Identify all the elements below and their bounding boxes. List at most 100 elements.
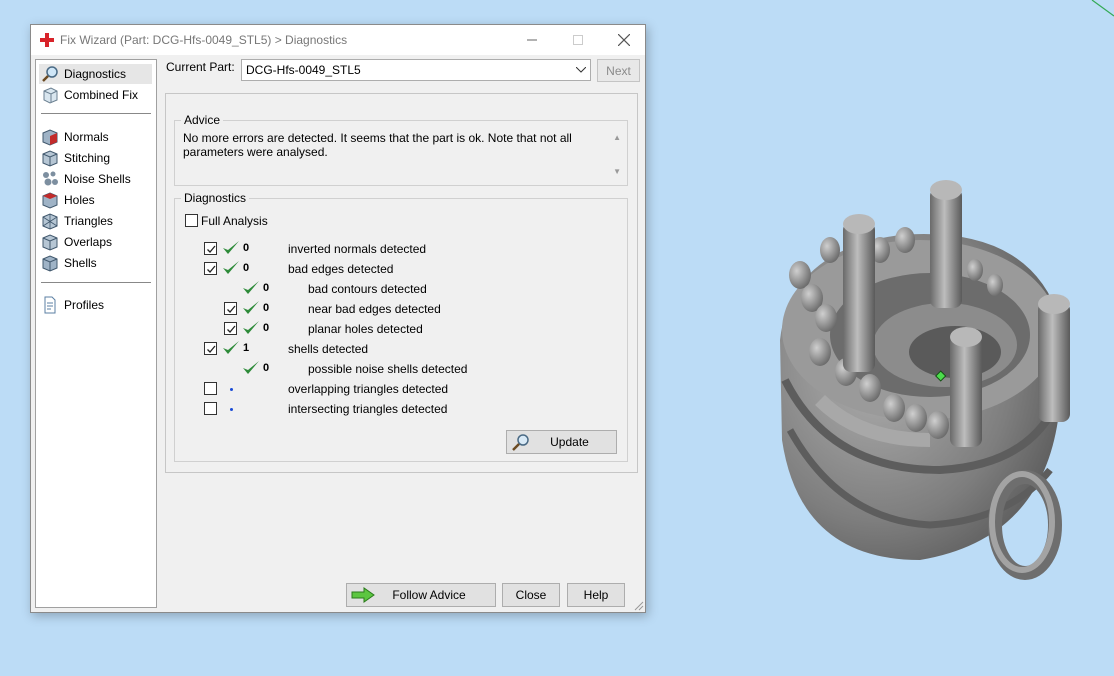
update-label: Update bbox=[550, 435, 589, 449]
sidebar-item-label: Diagnostics bbox=[64, 67, 127, 81]
diagnostics-panel: Advice No more errors are detected. It s… bbox=[165, 93, 638, 473]
green-check-icon bbox=[223, 341, 239, 354]
title-bar[interactable]: Fix Wizard (Part: DCG-Hfs-0049_STL5) > D… bbox=[31, 25, 645, 55]
diagnostic-label: bad contours detected bbox=[308, 282, 427, 296]
diagnostic-count: 1 bbox=[243, 342, 250, 354]
update-button[interactable]: Update bbox=[506, 430, 617, 454]
diagnostic-label: intersecting triangles detected bbox=[288, 402, 448, 416]
green-check-icon bbox=[223, 261, 239, 274]
minimize-button[interactable] bbox=[509, 25, 555, 55]
magnifier-icon bbox=[512, 434, 529, 451]
diagnostic-label: inverted normals detected bbox=[288, 242, 427, 256]
maximize-icon bbox=[573, 35, 583, 45]
advice-title: Advice bbox=[181, 113, 224, 127]
current-part-dropdown[interactable]: DCG-Hfs-0049_STL5 bbox=[241, 59, 591, 81]
follow-advice-label: Follow Advice bbox=[392, 588, 466, 602]
advice-line-1: No more errors are detected. It seems th… bbox=[183, 131, 572, 145]
sidebar-item-label: Profiles bbox=[64, 298, 105, 312]
diagnostic-count: 0 bbox=[263, 302, 270, 314]
diagnostic-count: 0 bbox=[263, 322, 270, 334]
green-check-icon bbox=[243, 361, 259, 374]
sidebar-divider bbox=[41, 113, 151, 114]
full-analysis-label: Full Analysis bbox=[201, 214, 268, 228]
resize-grip-icon[interactable] bbox=[632, 599, 644, 611]
green-check-icon bbox=[243, 281, 259, 294]
help-button[interactable]: Help bbox=[567, 583, 625, 607]
sidebar-item-label: Overlaps bbox=[64, 235, 113, 249]
diagnostic-checkbox[interactable] bbox=[204, 262, 217, 275]
sidebar-item-label: Noise Shells bbox=[64, 172, 131, 186]
diagnostic-checkbox[interactable] bbox=[204, 242, 217, 255]
diagnostic-count: 0 bbox=[263, 282, 270, 294]
shells-cube-icon bbox=[42, 255, 58, 272]
sidebar-item-noise-shells[interactable]: Noise Shells bbox=[39, 169, 152, 189]
maximize-button bbox=[555, 25, 601, 55]
checkmark-icon bbox=[227, 325, 236, 333]
diagnostic-checkbox[interactable] bbox=[204, 342, 217, 355]
scroll-up-icon[interactable]: ▲ bbox=[613, 133, 621, 142]
sidebar-item-overlaps[interactable]: Overlaps bbox=[39, 232, 152, 252]
diagnostics-group: Diagnostics Full Analysis 0 inverted norm… bbox=[174, 191, 628, 462]
holes-cube-icon bbox=[42, 192, 58, 209]
sidebar-item-label: Normals bbox=[64, 130, 109, 144]
sidebar-item-label: Holes bbox=[64, 193, 95, 207]
sidebar-item-label: Stitching bbox=[64, 151, 111, 165]
stitching-cube-icon bbox=[42, 150, 58, 167]
sidebar-item-normals[interactable]: Normals bbox=[39, 127, 152, 147]
advice-line-2: parameters were analysed. bbox=[183, 145, 328, 159]
diagnostic-label: shells detected bbox=[288, 342, 369, 356]
sidebar-item-holes[interactable]: Holes bbox=[39, 190, 152, 210]
diagnostic-label: overlapping triangles detected bbox=[288, 382, 449, 396]
sidebar-item-profiles[interactable]: Profiles bbox=[39, 295, 152, 315]
sidebar-item-label: Triangles bbox=[64, 214, 113, 228]
overlaps-cube-icon bbox=[42, 234, 58, 251]
fix-wizard-dialog: Fix Wizard (Part: DCG-Hfs-0049_STL5) > D… bbox=[30, 24, 646, 613]
green-check-icon bbox=[243, 301, 259, 314]
checkmark-icon bbox=[227, 305, 236, 313]
diagnostic-checkbox[interactable] bbox=[224, 302, 237, 315]
sidebar-item-combined-fix[interactable]: Combined Fix bbox=[39, 85, 152, 105]
sidebar-item-label: Combined Fix bbox=[64, 88, 139, 102]
sidebar-divider bbox=[41, 282, 151, 283]
sidebar-item-triangles[interactable]: Triangles bbox=[39, 211, 152, 231]
sidebar-item-shells[interactable]: Shells bbox=[39, 253, 152, 273]
green-check-icon bbox=[243, 321, 259, 334]
normals-cube-icon bbox=[42, 129, 58, 146]
pending-dot-icon bbox=[230, 388, 233, 391]
close-button[interactable]: Close bbox=[502, 583, 560, 607]
diagnostic-label: near bad edges detected bbox=[308, 302, 441, 316]
sidebar-item-label: Shells bbox=[64, 256, 97, 270]
diagnostic-checkbox[interactable] bbox=[224, 322, 237, 335]
green-arrow-icon bbox=[351, 587, 375, 603]
close-window-button[interactable] bbox=[601, 25, 647, 55]
follow-advice-button[interactable]: Follow Advice bbox=[346, 583, 496, 607]
cube-icon bbox=[43, 87, 58, 104]
window-title: Fix Wizard (Part: DCG-Hfs-0049_STL5) > D… bbox=[60, 33, 348, 47]
diagnostic-count: 0 bbox=[243, 262, 250, 274]
green-check-icon bbox=[223, 241, 239, 254]
diagnostic-checkbox[interactable] bbox=[204, 402, 217, 415]
diagnostic-checkbox[interactable] bbox=[204, 382, 217, 395]
sidebar-item-diagnostics[interactable]: Diagnostics bbox=[39, 64, 152, 84]
checkmark-icon bbox=[207, 245, 216, 253]
next-button[interactable]: Next bbox=[597, 59, 640, 82]
chevron-down-icon bbox=[572, 65, 590, 76]
advice-text: No more errors are detected. It seems th… bbox=[183, 131, 619, 169]
current-part-label: Current Part: bbox=[166, 60, 235, 74]
full-analysis-checkbox[interactable] bbox=[185, 214, 198, 227]
noise-shells-icon bbox=[43, 171, 58, 186]
wizard-sidebar: Diagnostics Combined Fix Normals Stitchi… bbox=[35, 59, 157, 608]
diagnostic-count: 0 bbox=[243, 242, 250, 254]
diagnostic-label: bad edges detected bbox=[288, 262, 394, 276]
sidebar-item-stitching[interactable]: Stitching bbox=[39, 148, 152, 168]
checkmark-icon bbox=[207, 265, 216, 273]
scroll-down-icon[interactable]: ▼ bbox=[613, 167, 621, 176]
diagnostic-label: planar holes detected bbox=[308, 322, 423, 336]
close-icon bbox=[618, 34, 630, 46]
minimize-icon bbox=[527, 39, 537, 41]
pending-dot-icon bbox=[230, 408, 233, 411]
diagnostics-title: Diagnostics bbox=[181, 191, 250, 205]
current-part-value: DCG-Hfs-0049_STL5 bbox=[246, 63, 361, 77]
red-cross-icon bbox=[40, 33, 54, 47]
advice-group: Advice No more errors are detected. It s… bbox=[174, 113, 628, 186]
